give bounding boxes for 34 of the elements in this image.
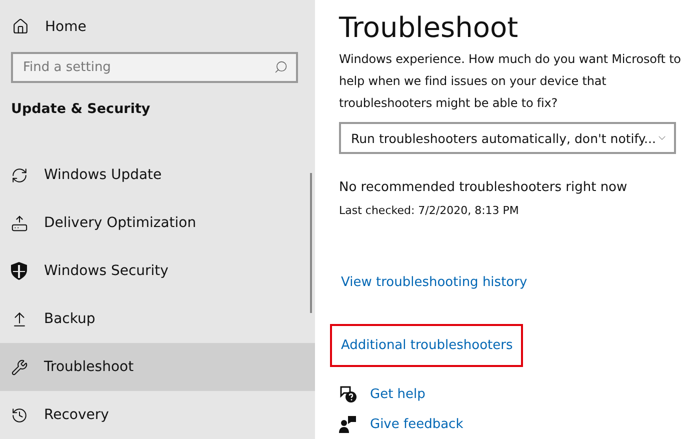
description-text: Windows experience. How much do you want Microsoft to help when we find issues on your device that troubleshooters might be able to fix? <box>339 51 682 112</box>
help-bubbles-icon <box>339 385 357 403</box>
person-feedback-icon <box>339 415 357 433</box>
drive-upload-icon <box>10 214 28 232</box>
nav-label: Delivery Optimization <box>44 215 196 231</box>
home-icon <box>12 18 29 35</box>
shield-icon <box>11 262 27 280</box>
nav-label: Recovery <box>44 407 109 423</box>
link[interactable]: Additional troubleshooters <box>330 324 523 367</box>
link[interactable]: Get help <box>370 386 426 402</box>
nav-item[interactable]: Troubleshoot <box>0 343 315 391</box>
section-heading: Update & Security <box>11 101 150 117</box>
wrench-icon <box>10 358 28 376</box>
nav-item[interactable]: Backup <box>0 295 315 343</box>
nav-item[interactable]: Windows Security <box>0 247 315 295</box>
refresh-icon <box>10 166 28 184</box>
dropdown[interactable]: Run troubleshooters automatically, don't notify... <box>339 122 676 154</box>
home-link[interactable]: Home <box>10 17 88 36</box>
scrollbar[interactable] <box>310 173 312 313</box>
status-text: No recommended troubleshooters right now <box>339 180 628 195</box>
nav-item[interactable]: Delivery Optimization <box>0 199 315 247</box>
nav-label: Troubleshoot <box>44 359 134 375</box>
nav-label: Windows Update <box>44 167 162 183</box>
search-icon <box>274 60 288 74</box>
nav-label: Windows Security <box>44 263 168 279</box>
link[interactable]: Give feedback <box>370 416 464 432</box>
search-field[interactable]: Find a setting <box>11 52 298 83</box>
page-title: Troubleshoot <box>339 10 518 46</box>
link[interactable]: View troubleshooting history <box>330 261 538 304</box>
nav-item[interactable]: Windows Update <box>0 151 315 199</box>
last-checked-text: Last checked: 7/2/2020, 8:13 PM <box>339 204 519 217</box>
nav-item[interactable]: Recovery <box>0 391 315 439</box>
nav-label: Backup <box>44 311 96 327</box>
history-icon <box>10 406 28 424</box>
